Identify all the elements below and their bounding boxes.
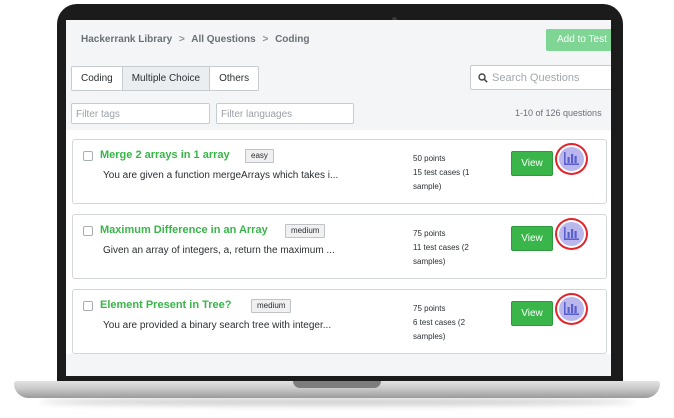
laptop-shadow — [40, 398, 634, 406]
filter-tags-input[interactable] — [72, 105, 209, 124]
question-points: 50 points — [413, 154, 446, 163]
bar-chart-icon — [564, 302, 579, 315]
question-test-cases: 6 test cases (2 samples) — [413, 318, 466, 341]
question-points: 75 points — [413, 304, 446, 313]
question-description: You are given a function mergeArrays whi… — [103, 170, 339, 181]
breadcrumb-all-questions[interactable]: All Questions — [191, 34, 255, 45]
breadcrumb-separator: > — [262, 34, 269, 45]
filter-tags-box — [71, 103, 210, 124]
breadcrumb-current: Coding — [275, 34, 310, 45]
breadcrumb: Hackerrank Library > All Questions > Cod… — [81, 34, 310, 45]
view-button[interactable]: View — [511, 226, 553, 251]
question-type-tabs: Coding Multiple Choice Others — [71, 66, 260, 91]
question-meta: 75 points 11 test cases (2 samples) — [413, 227, 493, 269]
stats-button[interactable] — [555, 218, 588, 250]
difficulty-badge: medium — [285, 224, 326, 238]
tab-others[interactable]: Others — [210, 67, 258, 90]
question-points: 75 points — [413, 229, 446, 238]
bar-chart-icon — [564, 227, 579, 240]
results-count: 1-10 of 126 questions — [515, 108, 602, 118]
question-title[interactable]: Merge 2 arrays in 1 array — [100, 149, 230, 161]
difficulty-badge: medium — [251, 299, 292, 313]
question-checkbox[interactable] — [83, 301, 93, 311]
search-box — [470, 65, 611, 90]
breadcrumb-separator: > — [178, 34, 185, 45]
question-description: Given an array of integers, a, return th… — [103, 245, 335, 256]
tab-multiple-choice[interactable]: Multiple Choice — [122, 67, 211, 90]
view-button[interactable]: View — [511, 301, 553, 326]
bar-chart-icon — [564, 152, 579, 165]
add-to-test-button[interactable]: Add to Test — [546, 29, 611, 51]
question-meta: 50 points 15 test cases (1 sample) — [413, 152, 493, 194]
search-icon — [478, 73, 488, 83]
question-checkbox[interactable] — [83, 151, 93, 161]
question-title[interactable]: Maximum Difference in an Array — [100, 224, 268, 236]
question-card: Merge 2 arrays in 1 array easy You are g… — [72, 139, 607, 204]
filter-languages-input[interactable] — [217, 105, 353, 124]
question-title[interactable]: Element Present in Tree? — [100, 299, 231, 311]
question-description: You are provided a binary search tree wi… — [103, 320, 332, 331]
difficulty-badge: easy — [245, 149, 274, 163]
screen: Hackerrank Library > All Questions > Cod… — [66, 20, 611, 376]
search-input[interactable] — [492, 69, 611, 86]
question-card: Maximum Difference in an Array medium Gi… — [72, 214, 607, 279]
filter-languages-box — [216, 103, 354, 124]
view-button[interactable]: View — [511, 151, 553, 176]
laptop-notch — [293, 381, 381, 388]
stats-button[interactable] — [555, 293, 588, 325]
breadcrumb-library[interactable]: Hackerrank Library — [81, 34, 172, 45]
question-meta: 75 points 6 test cases (2 samples) — [413, 302, 493, 344]
question-test-cases: 15 test cases (1 sample) — [413, 168, 470, 191]
stats-button[interactable] — [555, 143, 588, 175]
tab-coding[interactable]: Coding — [72, 67, 123, 90]
question-checkbox[interactable] — [83, 226, 93, 236]
laptop-mockup: Hackerrank Library > All Questions > Cod… — [0, 0, 674, 418]
question-card: Element Present in Tree? medium You are … — [72, 289, 607, 354]
question-list: Merge 2 arrays in 1 array easy You are g… — [66, 130, 611, 354]
question-test-cases: 11 test cases (2 samples) — [413, 243, 469, 266]
